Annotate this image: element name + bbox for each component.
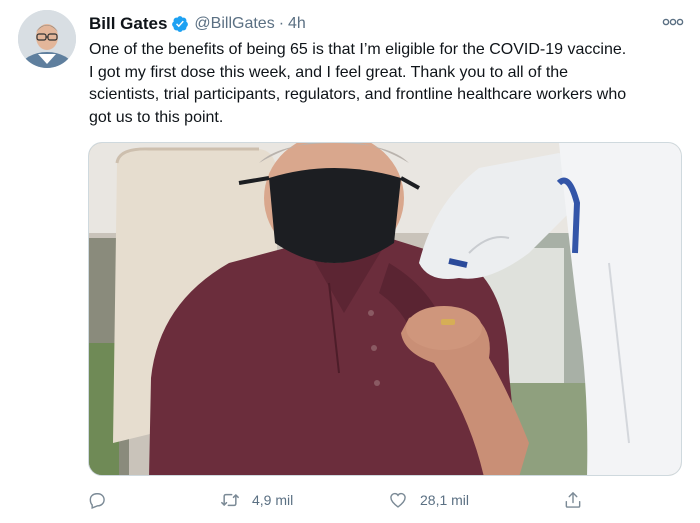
author-handle[interactable]: @BillGates — [194, 15, 274, 33]
author-name[interactable]: Bill Gates — [89, 14, 167, 34]
share-button[interactable] — [563, 484, 583, 516]
tweet-text-line: scientists, trial participants, regulato… — [89, 86, 627, 103]
retweet-icon — [221, 493, 239, 507]
share-icon — [565, 492, 581, 508]
reply-button[interactable] — [87, 484, 107, 516]
vaccination-photo — [89, 143, 681, 475]
tweet-text-line: I got my first dose this week, and I fee… — [89, 63, 569, 81]
tweet-text: One of the benefits of being 65 is that … — [89, 39, 689, 129]
tweet-text-line: One of the benefits of being 65 is that … — [89, 41, 627, 58]
tweet-photo[interactable] — [88, 142, 682, 476]
tweet-actions: 4,9 mil 28,1 mil — [0, 484, 700, 516]
tweet-header: Bill Gates @BillGates · 4h — [89, 12, 306, 36]
tweet: Bill Gates @BillGates · 4h One of the be… — [0, 0, 700, 523]
more-horizontal-icon[interactable] — [662, 14, 684, 30]
verified-badge-icon — [171, 15, 189, 33]
avatar-photo — [18, 10, 76, 68]
heart-icon — [390, 492, 406, 508]
retweet-count: 4,9 mil — [252, 492, 294, 508]
tweet-text-line: got us to this point. — [89, 108, 224, 126]
like-button[interactable]: 28,1 mil — [388, 484, 469, 516]
reply-icon — [89, 493, 105, 509]
retweet-button[interactable]: 4,9 mil — [220, 484, 293, 516]
like-count: 28,1 mil — [420, 492, 470, 508]
timestamp[interactable]: 4h — [288, 15, 306, 33]
separator: · — [278, 15, 285, 32]
avatar[interactable] — [18, 10, 76, 68]
